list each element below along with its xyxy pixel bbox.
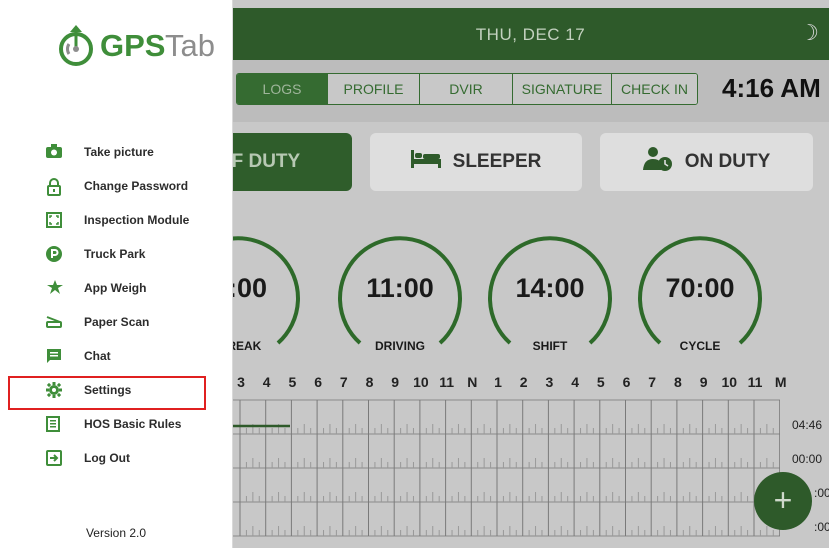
menu-label: Inspection Module <box>84 213 190 227</box>
row-total-off-duty: 04:46 <box>792 418 823 432</box>
parking-icon <box>46 246 64 262</box>
menu-item-change-password[interactable]: Change Password <box>0 169 232 203</box>
menu-item-settings[interactable]: Settings <box>0 373 232 407</box>
gauge-shift-label: SHIFT <box>532 339 568 353</box>
gauge-cycle-value: 70:00 <box>665 273 735 303</box>
gauge-cycle-label: CYCLE <box>679 339 721 353</box>
logo-mark-icon <box>59 25 93 66</box>
hos-gauges: 8:00 BREAK 11:00 DRIVING 14:00 SHIFT 70:… <box>232 215 829 365</box>
tab-dvir[interactable]: DVIR <box>420 74 513 104</box>
app-version: Version 2.0 <box>85 526 147 540</box>
log-grid <box>232 399 780 537</box>
moon-icon[interactable]: ☽ <box>799 21 819 46</box>
add-fab-button[interactable]: + <box>754 472 812 530</box>
hour-label: 5 <box>288 374 297 390</box>
row-total-driving: :00 <box>814 486 829 500</box>
header-date: THU, DEC 17 <box>475 25 586 44</box>
menu-label: App Weigh <box>84 281 147 295</box>
hour-label: 8 <box>365 374 374 390</box>
hour-label: 10 <box>721 374 738 390</box>
lock-icon <box>46 178 64 196</box>
logo-text-gps: GPS <box>100 28 166 63</box>
gauge-break-label: BREAK <box>232 339 262 353</box>
gauge-break-value: 8:00 <box>232 273 268 303</box>
hour-label: 2 <box>519 374 528 390</box>
hour-label: 3 <box>545 374 554 390</box>
hour-label: 10 <box>413 374 429 390</box>
menu-item-hos-basic-rules[interactable]: HOS Basic Rules <box>0 407 232 441</box>
row-total-sleeper: 00:00 <box>792 452 823 466</box>
gpstab-logo: GPS Tab <box>58 24 215 74</box>
gauge-driving: 11:00 DRIVING <box>336 215 464 355</box>
menu-item-chat[interactable]: Chat <box>0 339 232 373</box>
menu-item-take-picture[interactable]: Take picture <box>0 135 232 169</box>
app-header: THU, DEC 17 ☽ <box>232 8 829 60</box>
hour-label: 11 <box>747 374 763 390</box>
gauge-driving-label: DRIVING <box>374 339 425 353</box>
menu-item-log-out[interactable]: Log Out <box>0 441 232 475</box>
sleeper-button[interactable]: SLEEPER <box>370 133 582 191</box>
menu-label: HOS Basic Rules <box>84 417 182 431</box>
tab-profile[interactable]: PROFILE <box>328 74 420 104</box>
scanner-icon <box>46 314 64 330</box>
gauge-driving-value: 11:00 <box>366 273 434 303</box>
menu-label: Truck Park <box>84 247 146 261</box>
menu-label: Settings <box>84 383 132 397</box>
rules-icon <box>46 416 64 432</box>
tab-row: LOGS PROFILE DVIR SIGNATURE CHECK IN 4:1… <box>232 60 829 122</box>
hour-label: 9 <box>699 374 708 390</box>
hour-label: 4 <box>262 374 271 390</box>
menu-item-paper-scan[interactable]: Paper Scan <box>0 305 232 339</box>
hour-label: M <box>774 374 787 390</box>
navigation-drawer: GPS Tab Take picture Change Password Ins… <box>0 0 233 548</box>
sleeper-label: SLEEPER <box>452 151 542 172</box>
hour-label: 1 <box>494 374 502 390</box>
weigh-icon <box>46 280 64 296</box>
gauge-break: 8:00 BREAK <box>232 215 302 355</box>
hour-label: 11 <box>439 374 454 390</box>
menu-label: Log Out <box>84 451 130 465</box>
off-duty-label: FF DUTY <box>232 151 301 172</box>
hour-label: 3 <box>237 374 245 390</box>
log-hour-labels: 3 4 5 6 7 8 9 10 11 N 1 2 3 4 5 6 7 8 9 10 11 M <box>232 374 829 394</box>
driver-clock-icon <box>642 146 673 178</box>
gear-icon <box>46 382 64 398</box>
menu-label: Chat <box>84 349 111 363</box>
tab-bar: LOGS PROFILE DVIR SIGNATURE CHECK IN <box>236 73 698 105</box>
gauge-shift: 14:00 SHIFT <box>486 215 614 355</box>
tab-logs[interactable]: LOGS <box>237 74 328 104</box>
logo-text-tab: Tab <box>165 28 215 63</box>
tab-signature[interactable]: SIGNATURE <box>513 74 612 104</box>
on-duty-label: ON DUTY <box>684 151 771 172</box>
hour-label: 6 <box>622 374 631 390</box>
off-duty-button[interactable]: FF DUTY <box>232 133 352 191</box>
inspection-icon <box>46 212 64 228</box>
camera-icon <box>46 144 64 160</box>
app-frame: THU, DEC 17 ☽ LOGS PROFILE DVIR SIGNATUR… <box>0 0 829 548</box>
hour-label: 7 <box>648 374 657 390</box>
menu-label: Take picture <box>84 145 154 159</box>
menu-item-inspection-module[interactable]: Inspection Module <box>0 203 232 237</box>
hour-label: 4 <box>571 374 579 390</box>
menu-label: Change Password <box>84 179 189 193</box>
gauge-cycle: 70:00 CYCLE <box>636 215 764 355</box>
on-duty-button[interactable]: ON DUTY <box>600 133 813 191</box>
menu-label: Paper Scan <box>84 315 150 329</box>
logout-icon <box>46 450 64 466</box>
hour-label: 8 <box>673 374 682 390</box>
hour-label: 5 <box>596 374 605 390</box>
current-time: 4:16 AM <box>722 73 821 103</box>
menu-item-app-weigh[interactable]: App Weigh <box>0 271 232 305</box>
bed-icon <box>410 150 441 174</box>
menu-item-truck-park[interactable]: Truck Park <box>0 237 232 271</box>
hour-label: 6 <box>314 374 322 390</box>
hour-label: 7 <box>339 374 348 390</box>
main-app: THU, DEC 17 ☽ LOGS PROFILE DVIR SIGNATUR… <box>232 0 829 548</box>
hour-label: 9 <box>391 374 400 390</box>
chat-icon <box>46 348 64 364</box>
gauge-shift-value: 14:00 <box>515 273 585 303</box>
tab-check-in[interactable]: CHECK IN <box>612 74 697 104</box>
row-total-on-duty: :00 <box>814 520 829 534</box>
hour-label: N <box>467 374 478 390</box>
